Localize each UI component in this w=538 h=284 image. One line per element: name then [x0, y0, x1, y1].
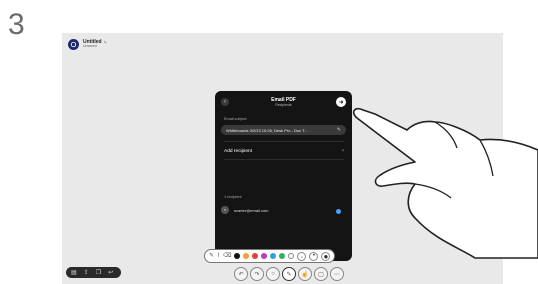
- share-icon[interactable]: ⇪: [84, 269, 89, 276]
- pages-icon[interactable]: ▤: [71, 269, 77, 276]
- add-recipient-label: Add recipient: [224, 148, 252, 154]
- board-header: Untitled ✎ Unsaved: [68, 39, 107, 50]
- exit-icon[interactable]: ↩: [108, 269, 113, 276]
- color-swatch-green[interactable]: [279, 253, 286, 259]
- redo-icon[interactable]: ↷: [250, 267, 264, 281]
- color-swatch-purple[interactable]: [261, 253, 268, 259]
- board-save-status: Unsaved: [83, 44, 97, 49]
- color-swatch-blue[interactable]: [270, 253, 277, 259]
- color-swatch-red[interactable]: [252, 253, 259, 259]
- eraser-icon[interactable]: ⌫: [223, 253, 231, 259]
- pencil-icon[interactable]: ✎: [104, 40, 107, 45]
- pen-icon[interactable]: ✎: [209, 253, 214, 259]
- email-subject-label: Email subject: [224, 117, 247, 121]
- page-tools: ▤ ⇪ ❐ ↩: [66, 267, 121, 278]
- step-number: 3: [8, 8, 25, 41]
- recipient-email: scarter@email.com: [234, 207, 269, 213]
- whiteboard-logo-icon: [68, 39, 79, 50]
- shape-icon[interactable]: ○: [266, 267, 280, 281]
- color-swatch-orange[interactable]: [243, 253, 250, 259]
- highlighter-icon[interactable]: ⌇: [217, 253, 220, 259]
- color-swatch-black[interactable]: [234, 253, 241, 259]
- avatar: S: [221, 206, 229, 214]
- color-swatch-white[interactable]: [288, 253, 295, 259]
- pen-tool-icon[interactable]: ✎: [282, 267, 296, 281]
- recipient-count: 1 recipient: [224, 195, 242, 199]
- undo-icon[interactable]: ↶: [234, 267, 248, 281]
- copy-icon[interactable]: ❐: [96, 269, 101, 276]
- pointing-hand-illustration: [352, 107, 538, 259]
